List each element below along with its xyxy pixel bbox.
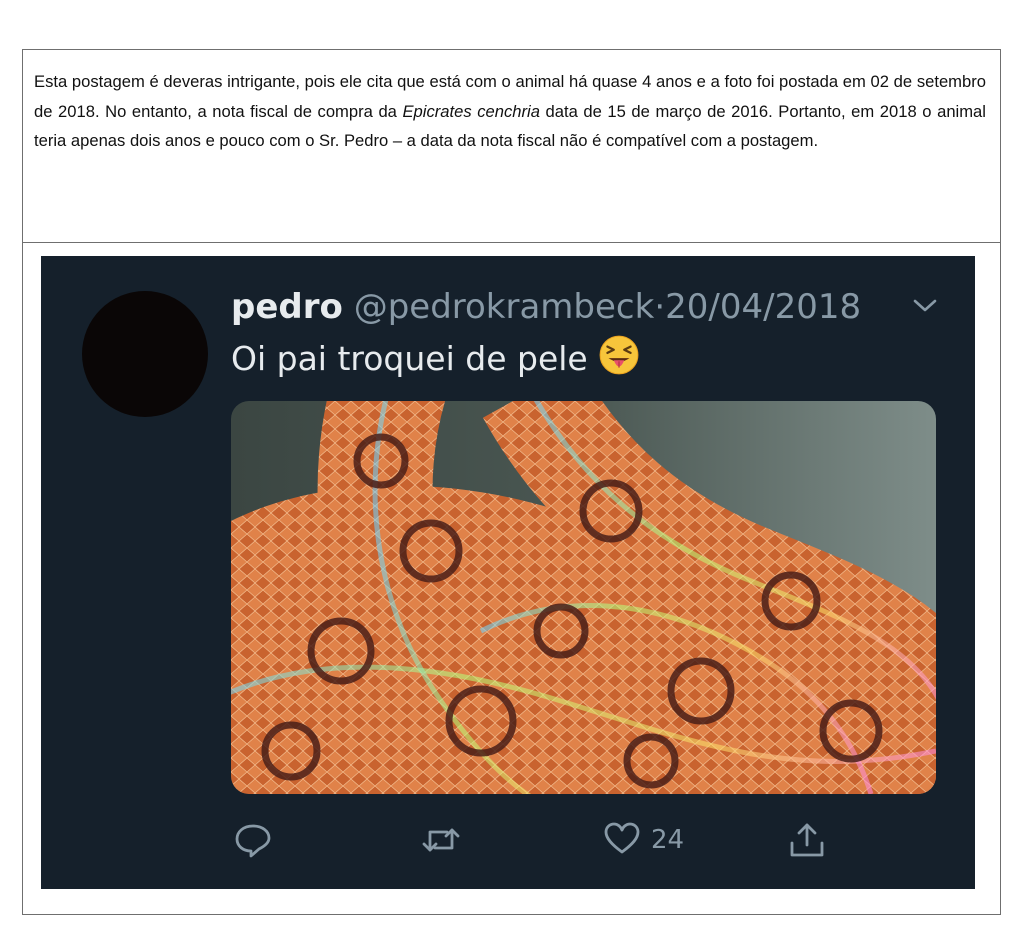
chevron-down-icon[interactable] — [911, 296, 939, 321]
display-name[interactable]: pedro — [231, 287, 343, 327]
tweet-text: Oi pai troquei de pele — [231, 334, 640, 387]
like-count: 24 — [651, 825, 685, 855]
retweet-icon[interactable] — [421, 822, 461, 858]
tweet-date[interactable]: 20/04/2018 — [665, 287, 861, 327]
reply-icon[interactable] — [233, 822, 273, 858]
species-name: Epicrates cenchria — [402, 101, 540, 121]
heart-icon — [603, 821, 641, 860]
tweet-body: Oi pai troquei de pele — [231, 339, 588, 378]
tweet-screenshot: pedro @pedrokrambeck·20/04/2018 Oi pai t… — [41, 256, 975, 889]
text-cell: Esta postagem é deveras intrigante, pois… — [23, 50, 1000, 243]
separator-dot: · — [654, 287, 666, 327]
tweet-header: pedro @pedrokrambeck·20/04/2018 — [231, 285, 861, 329]
document-paragraph: Esta postagem é deveras intrigante, pois… — [34, 67, 986, 156]
like-button[interactable]: 24 — [603, 822, 684, 858]
avatar[interactable] — [82, 291, 208, 417]
squinting-face-with-tongue-emoji — [598, 334, 640, 387]
snake-photo[interactable] — [231, 401, 936, 794]
user-handle[interactable]: @pedrokrambeck — [354, 287, 655, 327]
share-icon[interactable] — [787, 822, 827, 858]
